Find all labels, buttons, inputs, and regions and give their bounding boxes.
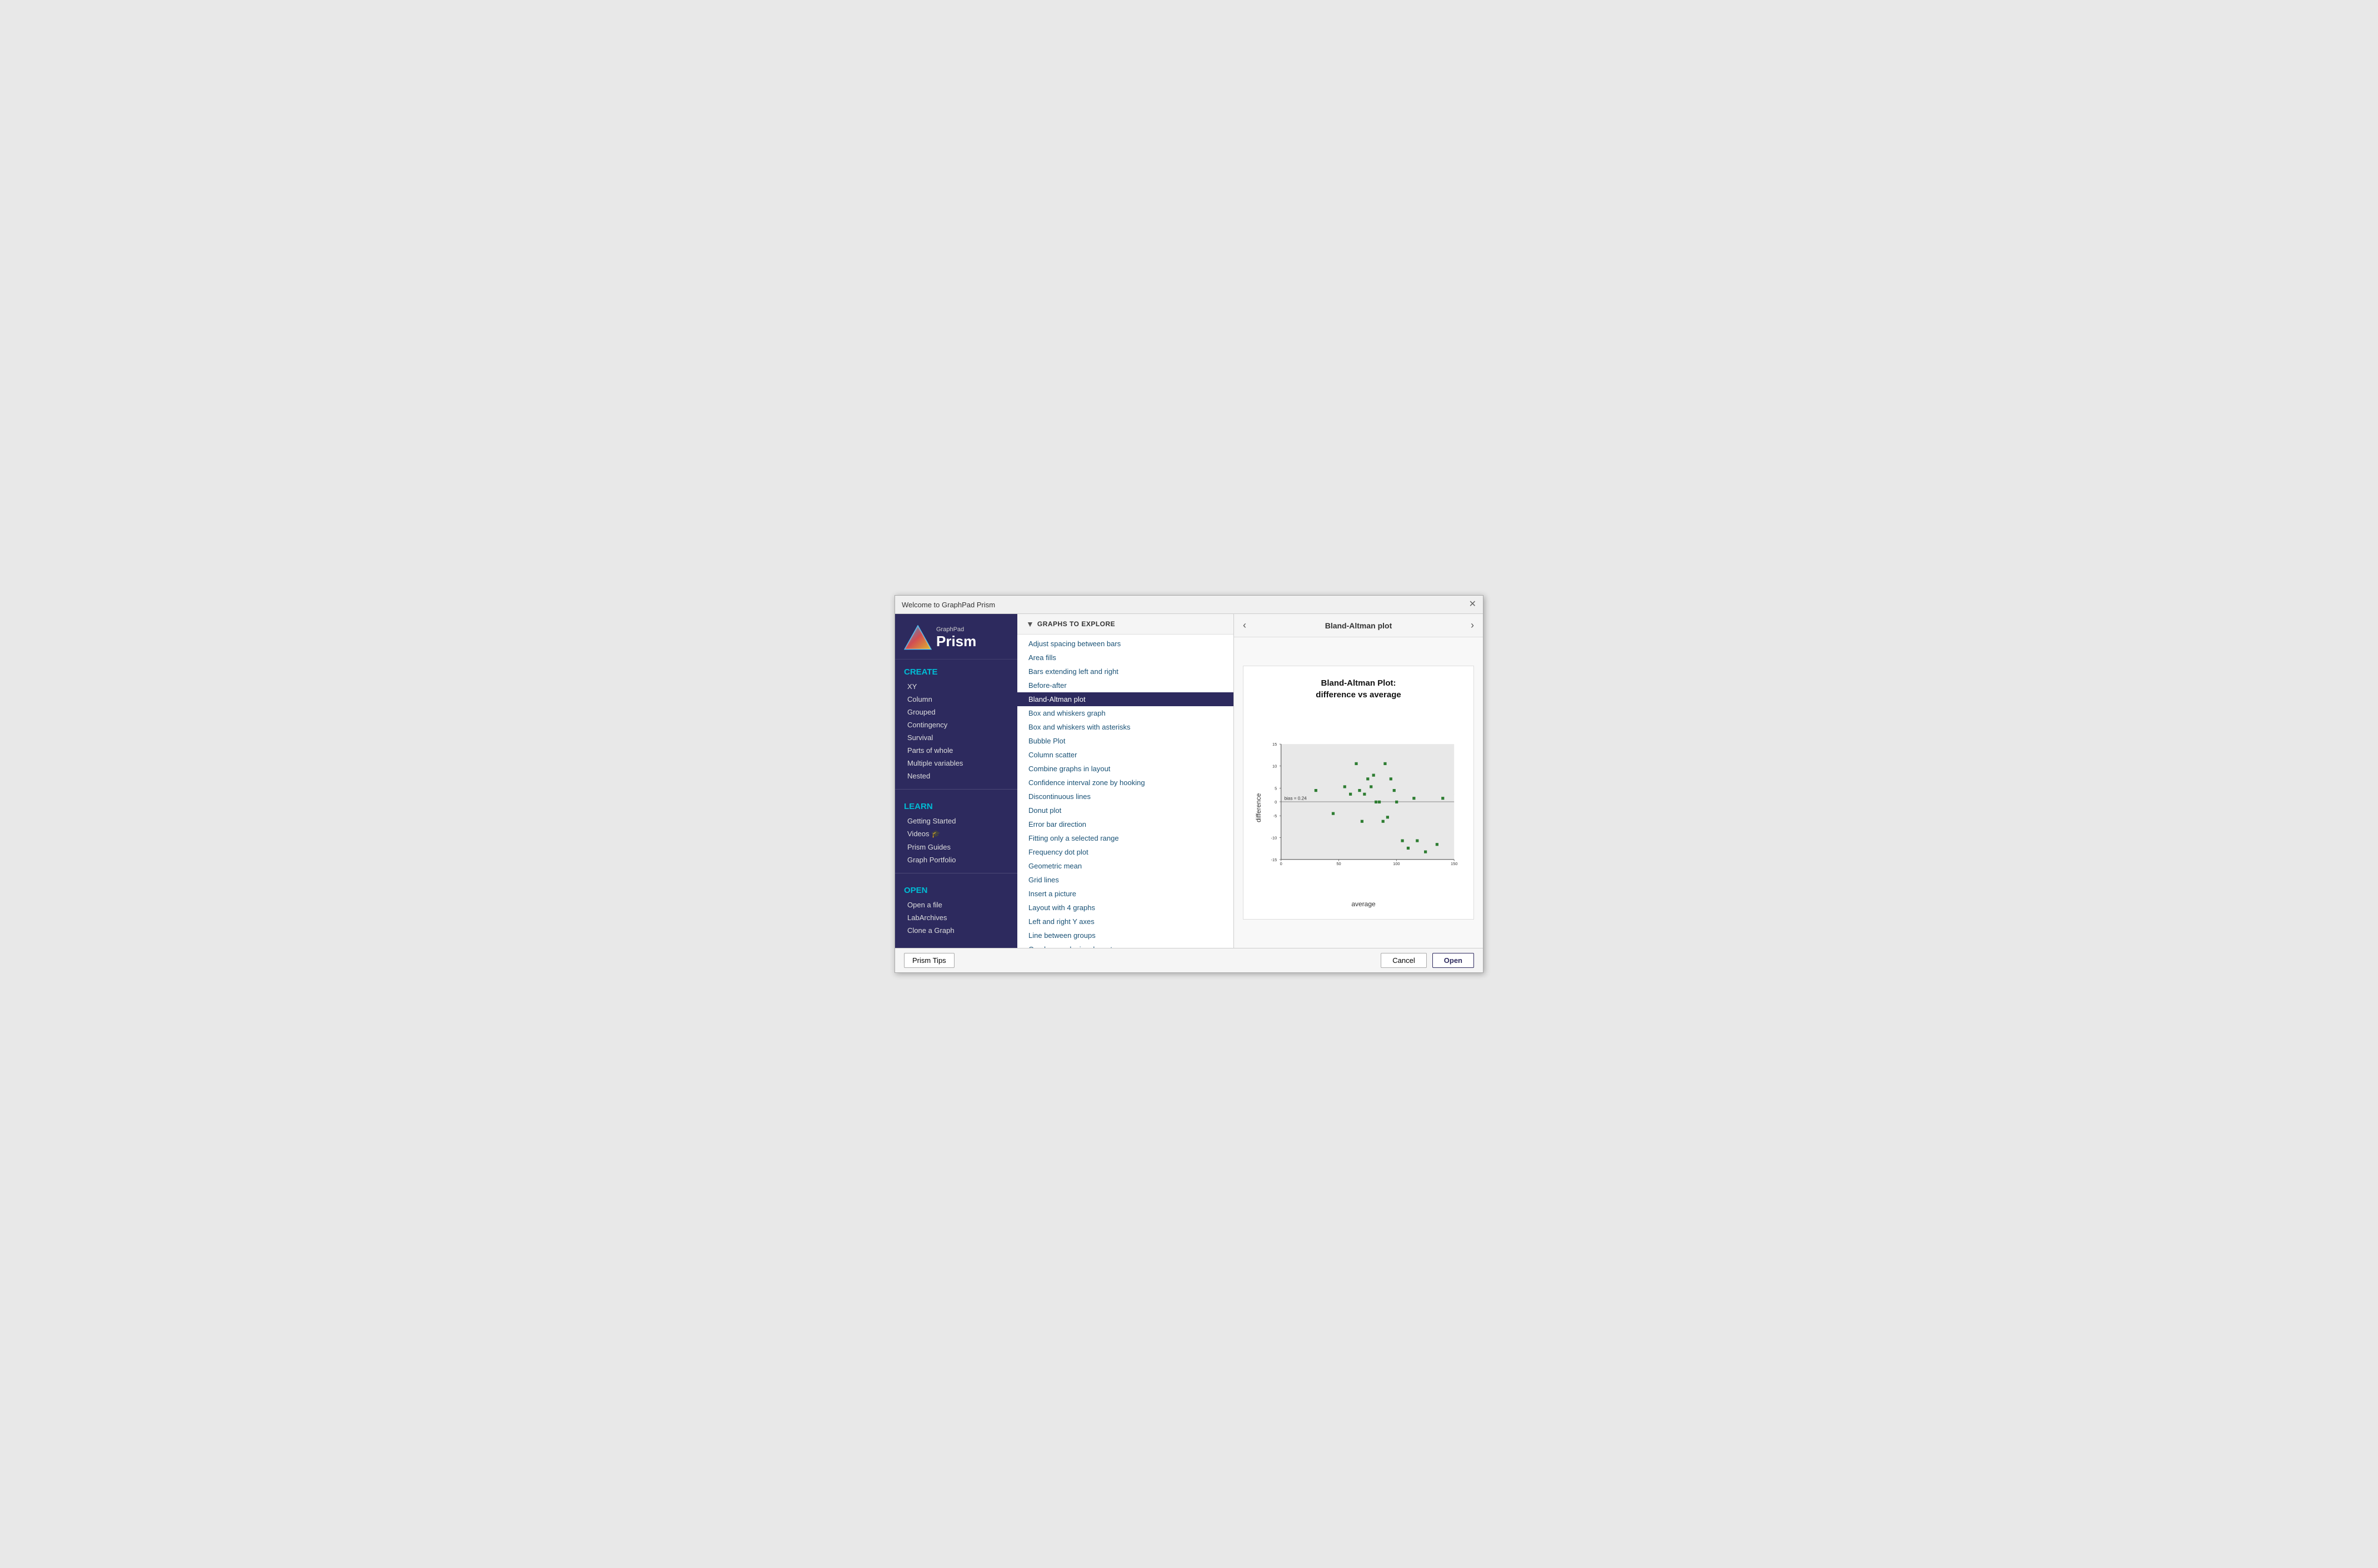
graphpad-label: GraphPad — [936, 626, 976, 633]
sidebar-item-prism-guides[interactable]: Prism Guides — [904, 841, 1008, 853]
graph-item-overlay-graphs[interactable]: Overlay graphs in a layout — [1017, 942, 1233, 948]
sidebar-item-getting-started[interactable]: Getting Started — [904, 815, 1008, 827]
svg-text:-10: -10 — [1271, 835, 1277, 840]
create-section-title: CREATE — [904, 667, 1008, 677]
prism-tips-button[interactable]: Prism Tips — [904, 953, 955, 968]
svg-text:5: 5 — [1275, 786, 1277, 791]
graphs-header: ▼ GRAPHS TO EXPLORE — [1017, 614, 1233, 635]
prism-logo-icon — [904, 625, 932, 650]
learn-section-title: LEARN — [904, 802, 1008, 811]
graph-item-frequency-dot[interactable]: Frequency dot plot — [1017, 845, 1233, 859]
graph-item-before-after[interactable]: Before-after — [1017, 678, 1233, 692]
sidebar-item-graph-portfolio[interactable]: Graph Portfolio — [904, 853, 1008, 866]
graph-item-column-scatter[interactable]: Column scatter — [1017, 748, 1233, 762]
svg-text:150: 150 — [1451, 861, 1457, 866]
sidebar-item-xy[interactable]: XY — [904, 680, 1008, 693]
sidebar-item-multiple-variables[interactable]: Multiple variables — [904, 757, 1008, 770]
sidebar-item-grouped[interactable]: Grouped — [904, 706, 1008, 718]
sidebar-item-parts-of-whole[interactable]: Parts of whole — [904, 744, 1008, 757]
sidebar-item-nested[interactable]: Nested — [904, 770, 1008, 782]
logo-container: GraphPad Prism — [904, 625, 1008, 650]
collapse-arrow-icon[interactable]: ▼ — [1026, 620, 1034, 628]
sidebar-item-column[interactable]: Column — [904, 693, 1008, 706]
svg-text:-15: -15 — [1271, 857, 1277, 862]
divider-1 — [895, 789, 1017, 790]
graph-item-adjust-spacing[interactable]: Adjust spacing between bars — [1017, 637, 1233, 651]
graph-item-grid-lines[interactable]: Grid lines — [1017, 873, 1233, 887]
window-title: Welcome to GraphPad Prism — [902, 601, 995, 609]
title-bar: Welcome to GraphPad Prism ✕ — [895, 596, 1483, 614]
chart-title-line1: Bland-Altman Plot: — [1321, 678, 1396, 688]
svg-text:-5: -5 — [1273, 813, 1277, 818]
middle-panel: ▼ GRAPHS TO EXPLORE Adjust spacing betwe… — [1017, 614, 1234, 948]
next-nav-button[interactable]: › — [1471, 620, 1474, 631]
graph-item-bubble-plot[interactable]: Bubble Plot — [1017, 734, 1233, 748]
close-button[interactable]: ✕ — [1469, 600, 1476, 609]
graph-item-fitting-range[interactable]: Fitting only a selected range — [1017, 831, 1233, 845]
chart-container: Bland-Altman Plot: difference vs average… — [1243, 666, 1474, 920]
x-axis-label: average — [1265, 900, 1462, 908]
graph-item-combine-graphs[interactable]: Combine graphs in layout — [1017, 762, 1233, 776]
main-content: GraphPad Prism CREATE XY Column Grouped … — [895, 614, 1483, 948]
graphs-header-title: GRAPHS TO EXPLORE — [1037, 620, 1115, 628]
bottom-bar: Prism Tips Cancel Open — [895, 948, 1483, 972]
graph-item-insert-picture[interactable]: Insert a picture — [1017, 887, 1233, 901]
right-panel-title: Bland-Altman plot — [1325, 621, 1392, 630]
prism-label: Prism — [936, 633, 976, 650]
chart-area: Bland-Altman Plot: difference vs average… — [1234, 637, 1483, 948]
graph-item-line-between-groups[interactable]: Line between groups — [1017, 928, 1233, 942]
graph-item-layout-4-graphs[interactable]: Layout with 4 graphs — [1017, 901, 1233, 915]
chart-title-line2: difference vs average — [1316, 690, 1401, 700]
right-header: ‹ Bland-Altman plot › — [1234, 614, 1483, 637]
sidebar-item-videos[interactable]: Videos 🎓 — [904, 827, 1008, 841]
bottom-right-buttons: Cancel Open — [1381, 953, 1474, 968]
graph-item-box-whiskers-asterisks[interactable]: Box and whiskers with asterisks — [1017, 720, 1233, 734]
sidebar-item-survival[interactable]: Survival — [904, 731, 1008, 744]
svg-text:0: 0 — [1280, 861, 1282, 866]
open-section: OPEN Open a file LabArchives Clone a Gra… — [895, 878, 1017, 939]
sidebar-item-clone-graph[interactable]: Clone a Graph — [904, 924, 1008, 937]
graph-item-area-fills[interactable]: Area fills — [1017, 651, 1233, 665]
graph-item-bland-altman[interactable]: Bland-Altman plot — [1017, 692, 1233, 706]
open-button[interactable]: Open — [1432, 953, 1474, 968]
svg-text:100: 100 — [1393, 861, 1400, 866]
y-axis-label: difference — [1255, 707, 1262, 908]
svg-text:15: 15 — [1272, 742, 1277, 747]
logo-area: GraphPad Prism — [895, 614, 1017, 660]
sidebar-item-labarchives[interactable]: LabArchives — [904, 911, 1008, 924]
open-section-title: OPEN — [904, 886, 1008, 895]
cancel-button[interactable]: Cancel — [1381, 953, 1426, 968]
sidebar-item-contingency[interactable]: Contingency — [904, 718, 1008, 731]
sidebar-item-open-file[interactable]: Open a file — [904, 898, 1008, 911]
bias-label: bias = 0.24 — [1285, 796, 1307, 801]
learn-section: LEARN Getting Started Videos 🎓 Prism Gui… — [895, 794, 1017, 868]
chart-wrapper: difference — [1255, 707, 1462, 908]
graph-item-discontinuous-lines[interactable]: Discontinuous lines — [1017, 790, 1233, 803]
graph-item-donut-plot[interactable]: Donut plot — [1017, 803, 1233, 817]
bland-altman-chart: bias = 0.24 15 — [1265, 707, 1462, 896]
sidebar: GraphPad Prism CREATE XY Column Grouped … — [895, 614, 1017, 948]
logo-text: GraphPad Prism — [936, 626, 976, 650]
main-window: Welcome to GraphPad Prism ✕ — [895, 595, 1483, 973]
create-section: CREATE XY Column Grouped Contingency Sur… — [895, 660, 1017, 785]
chart-title: Bland-Altman Plot: difference vs average — [1255, 677, 1462, 701]
graph-item-error-bar[interactable]: Error bar direction — [1017, 817, 1233, 831]
graphs-list: Adjust spacing between bars Area fills B… — [1017, 635, 1233, 948]
svg-text:0: 0 — [1275, 800, 1277, 805]
prev-nav-button[interactable]: ‹ — [1243, 620, 1246, 631]
svg-text:10: 10 — [1272, 763, 1277, 768]
graph-item-box-whiskers[interactable]: Box and whiskers graph — [1017, 706, 1233, 720]
graph-item-geometric-mean[interactable]: Geometric mean — [1017, 859, 1233, 873]
graph-item-left-right-y[interactable]: Left and right Y axes — [1017, 915, 1233, 928]
graph-item-confidence-interval[interactable]: Confidence interval zone by hooking — [1017, 776, 1233, 790]
chart-inner: bias = 0.24 15 — [1265, 707, 1462, 908]
right-panel: ‹ Bland-Altman plot › Bland-Altman Plot:… — [1234, 614, 1483, 948]
svg-text:50: 50 — [1336, 861, 1341, 866]
graph-item-bars-extending[interactable]: Bars extending left and right — [1017, 665, 1233, 678]
